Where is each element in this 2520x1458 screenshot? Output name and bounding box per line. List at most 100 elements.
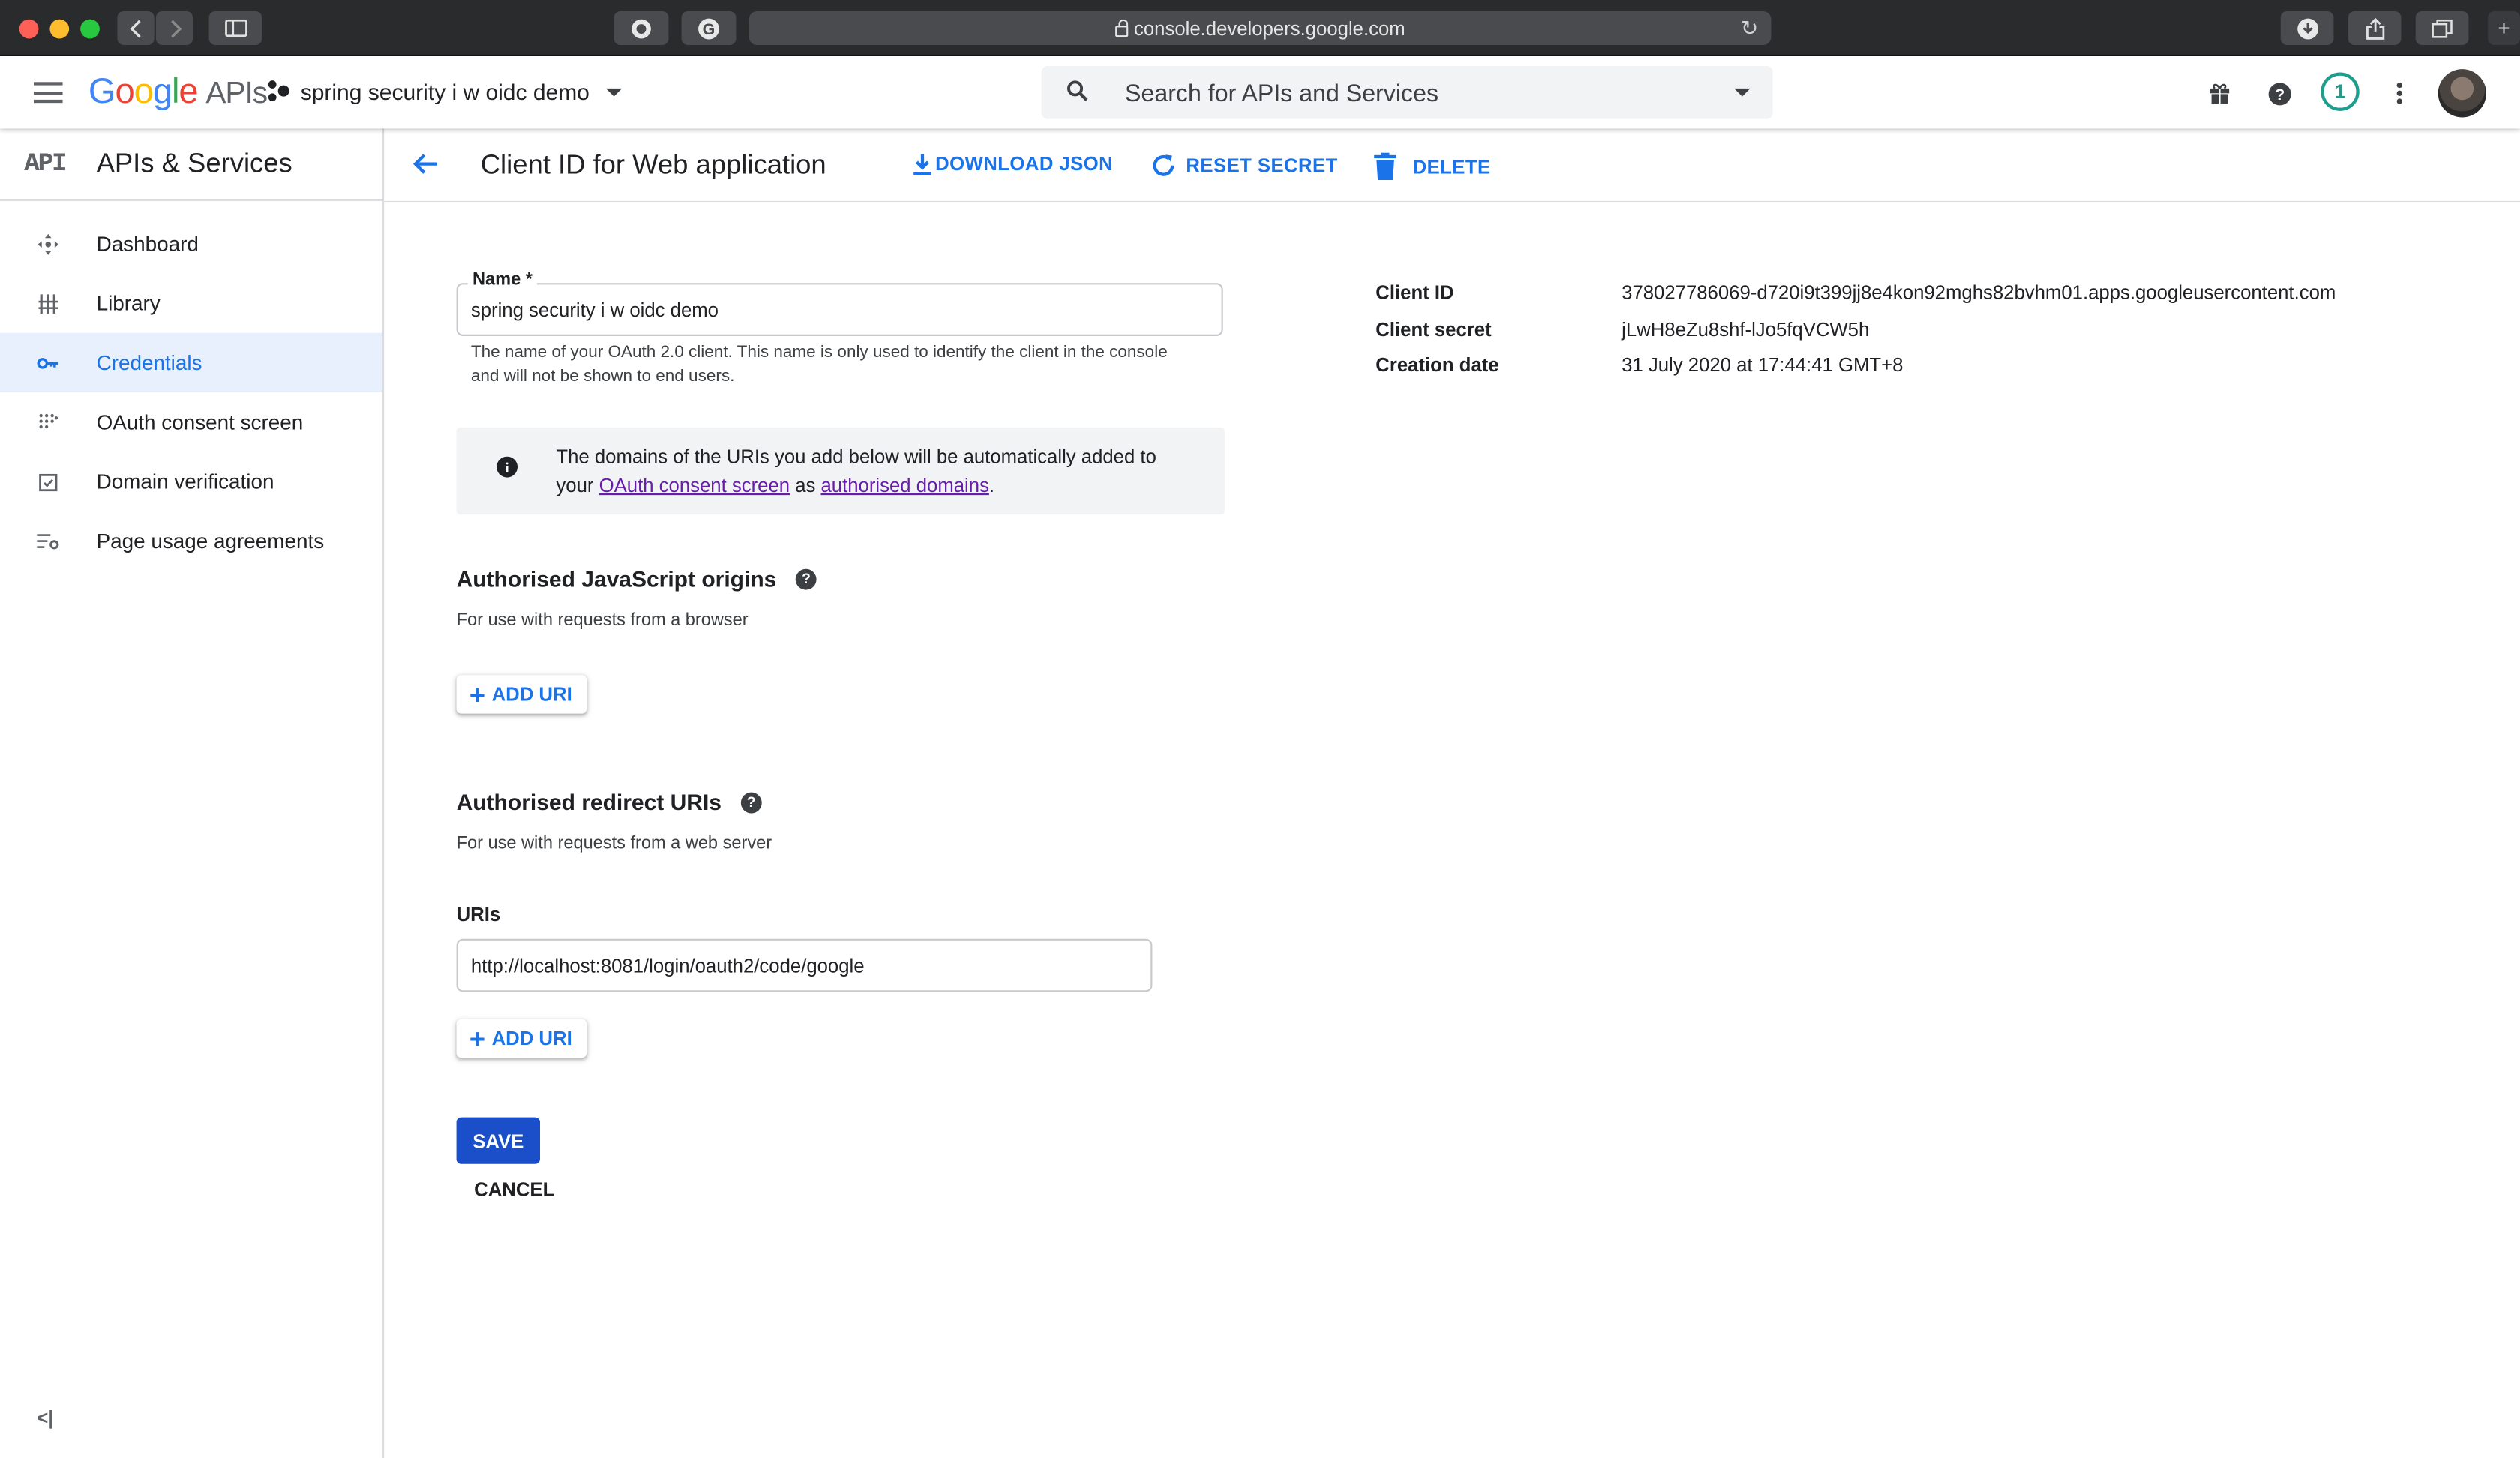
download-icon: [914, 153, 932, 175]
sidebar-item-oauth-consent[interactable]: OAuth consent screen: [0, 392, 382, 452]
redirect-uri-input[interactable]: [470, 950, 1130, 982]
detail-row-client-id: Client ID 378027786069-d720i9t399jj8e4ko…: [1376, 281, 2336, 317]
client-secret-label: Client secret: [1376, 317, 1492, 340]
help-icon[interactable]: ?: [740, 791, 762, 813]
js-origins-subtitle: For use with requests from a browser: [456, 610, 748, 631]
trash-icon: [1374, 152, 1397, 181]
maximize-window-button[interactable]: [80, 19, 100, 39]
close-window-button[interactable]: [19, 19, 39, 39]
more-vert-icon[interactable]: [2385, 79, 2414, 108]
info-text: The domains of the URIs you add below wi…: [556, 442, 1198, 500]
browser-forward-button[interactable]: [155, 11, 194, 46]
client-details: Client ID 378027786069-d720i9t399jj8e4ko…: [1376, 281, 2336, 390]
sidebar-header: API APIs & Services: [0, 128, 382, 201]
lock-icon: [1114, 19, 1128, 38]
sidebar-item-domain-verification[interactable]: Domain verification: [0, 452, 382, 511]
authorised-domains-link[interactable]: authorised domains: [820, 474, 988, 496]
sidebar-item-page-usage[interactable]: Page usage agreements: [0, 512, 382, 571]
uris-label: URIs: [456, 903, 501, 926]
arrow-back-icon[interactable]: [412, 149, 441, 178]
browser-back-button[interactable]: [117, 11, 154, 46]
info-icon: i: [496, 456, 518, 478]
redirect-uris-subtitle: For use with requests from a web server: [456, 834, 772, 854]
cancel-button[interactable]: CANCEL: [474, 1178, 554, 1201]
apis-logo-text: APIs: [206, 76, 268, 111]
redirect-uris-title: Authorised redirect URIs: [456, 789, 722, 815]
add-js-origin-button[interactable]: + ADD URI: [456, 675, 587, 714]
main-content: Name * The name of your OAuth 2.0 client…: [384, 202, 2520, 1458]
download-json-label: DOWNLOAD JSON: [935, 152, 1114, 176]
client-secret-value: jLwH8eZu8shf-lJo5fqVCW5h: [1622, 317, 1870, 340]
sidebar-item-label: Domain verification: [96, 469, 274, 494]
search-bar[interactable]: [1041, 65, 1773, 119]
browser-toolbar: G console.developers.google.com ↻ +: [0, 0, 2520, 57]
download-circle-icon: [2296, 17, 2318, 39]
redirect-uris-heading: Authorised redirect URIs ?: [456, 789, 762, 815]
reload-icon[interactable]: ↻: [1741, 16, 1758, 41]
sidebar-item-library[interactable]: Library: [0, 273, 382, 332]
sidebar-toggle-button[interactable]: [208, 11, 262, 46]
oauth-consent-link[interactable]: OAuth consent screen: [599, 474, 790, 496]
project-selector[interactable]: spring security i w oidc demo: [268, 79, 622, 104]
record-icon: [632, 18, 651, 38]
name-field[interactable]: Name *: [456, 270, 1223, 336]
checkbox-icon: [37, 470, 59, 493]
chevron-right-icon: [170, 19, 182, 38]
page-title: Client ID for Web application: [480, 149, 826, 181]
extension-grammarly-button[interactable]: G: [681, 11, 736, 46]
tab-overview-button[interactable]: [2415, 11, 2469, 46]
delete-label: DELETE: [1412, 154, 1491, 178]
share-button[interactable]: [2348, 11, 2402, 46]
client-id-value: 378027786069-d720i9t399jj8e4kon92mghs82b…: [1622, 281, 2336, 304]
reset-secret-button[interactable]: RESET SECRET: [1150, 153, 1337, 178]
name-input[interactable]: [470, 294, 1195, 327]
gift-icon[interactable]: [2205, 79, 2234, 108]
js-origins-title: Authorised JavaScript origins: [456, 566, 777, 592]
refresh-icon: [1153, 154, 1174, 176]
creation-date-value: 31 July 2020 at 17:44:41 GMT+8: [1622, 353, 1904, 376]
download-json-button[interactable]: DOWNLOAD JSON: [913, 153, 1113, 176]
chevron-down-icon: [605, 87, 622, 96]
extension-record-button[interactable]: [614, 11, 669, 46]
info-text-part: as: [790, 474, 821, 497]
search-input[interactable]: [1125, 75, 1720, 111]
minimize-window-button[interactable]: [50, 19, 70, 39]
help-icon[interactable]: ?: [2264, 79, 2294, 108]
notifications-badge[interactable]: 1: [2320, 72, 2360, 111]
svg-text:?: ?: [2274, 85, 2284, 103]
avatar[interactable]: [2438, 69, 2486, 118]
sidebar-item-label: Library: [96, 290, 160, 316]
google-logo-text: Google: [88, 70, 199, 111]
sidebar-item-credentials[interactable]: Credentials: [0, 332, 382, 392]
search-options-icon[interactable]: [1734, 88, 1750, 97]
help-icon[interactable]: ?: [796, 568, 817, 590]
google-apis-logo[interactable]: Google APIs: [88, 70, 268, 112]
info-banner: i The domains of the URIs you add below …: [456, 428, 1225, 514]
address-bar[interactable]: console.developers.google.com ↻: [748, 11, 1772, 46]
sidebar-icon: [224, 19, 247, 38]
sidebar-item-label: Dashboard: [96, 231, 199, 256]
redirect-uri-field[interactable]: [456, 938, 1153, 992]
search-icon: [1067, 80, 1088, 101]
save-button[interactable]: SAVE: [456, 1117, 540, 1164]
delete-button[interactable]: DELETE: [1374, 152, 1491, 181]
dashboard-icon: [37, 232, 59, 255]
consent-icon: [37, 411, 59, 434]
name-field-label: Name *: [467, 270, 538, 290]
collapse-sidebar-icon[interactable]: <|: [37, 1406, 53, 1429]
add-redirect-uri-button[interactable]: + ADD URI: [456, 1018, 587, 1058]
info-text-part: .: [988, 474, 995, 497]
new-tab-button[interactable]: +: [2488, 11, 2520, 46]
detail-row-creation-date: Creation date 31 July 2020 at 17:44:41 G…: [1376, 354, 2336, 390]
sidebar-item-dashboard[interactable]: Dashboard: [0, 214, 382, 273]
key-icon: [37, 351, 59, 374]
app-bar: Google APIs spring security i w oidc demo…: [0, 56, 2520, 129]
settings-list-icon: [37, 530, 59, 552]
chevron-left-icon: [129, 19, 140, 38]
api-icon: API: [24, 149, 67, 178]
menu-icon[interactable]: [34, 82, 63, 104]
downloads-button[interactable]: [2280, 11, 2334, 46]
sidebar-title: APIs & Services: [96, 148, 292, 178]
creation-date-label: Creation date: [1376, 353, 1499, 376]
client-id-label: Client ID: [1376, 281, 1454, 304]
